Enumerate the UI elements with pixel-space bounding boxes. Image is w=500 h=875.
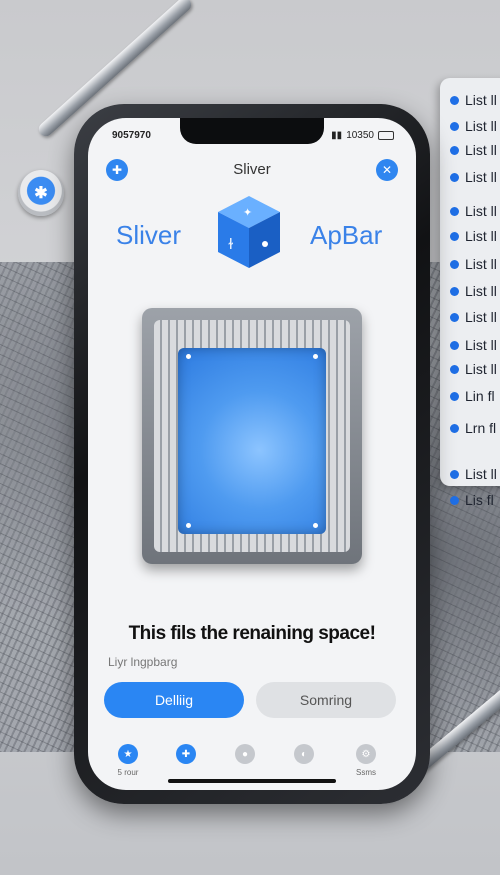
side-list-item-label: List ll — [465, 256, 497, 272]
notch — [180, 118, 324, 144]
bullet-icon — [450, 231, 459, 241]
side-list-card: List ll List ll List ll List ll List ll List … — [440, 78, 500, 508]
plus-icon: ✚ — [176, 744, 196, 764]
close-icon: ✕ — [381, 163, 393, 177]
sub-label: Liyr lngpbarg — [108, 655, 178, 669]
side-list-item-label: List ll — [465, 169, 497, 185]
tab-0[interactable]: ★ 5 rour — [108, 744, 148, 778]
side-list-item[interactable]: List ll — [450, 142, 497, 158]
nav-right-button[interactable]: ✕ — [376, 159, 398, 181]
cube-logo-icon: ✦ ɫ — [218, 196, 280, 268]
person-icon: ● — [235, 744, 255, 764]
bullet-icon — [450, 312, 459, 322]
svg-text:ɫ: ɫ — [228, 237, 234, 253]
fill-remaining-text: This fils the renaining space! — [128, 623, 376, 644]
bullet-icon — [450, 286, 459, 296]
side-list-item[interactable]: List ll — [450, 228, 497, 244]
bullet-icon — [450, 145, 459, 155]
rivet — [313, 523, 318, 528]
side-list-item-label: Lis fl — [465, 492, 494, 508]
appbar-title-left: Sliver — [116, 220, 182, 250]
side-list-item-label: Lin fl — [465, 388, 495, 404]
tab-label — [284, 768, 324, 778]
side-list-item[interactable]: List ll — [450, 283, 497, 299]
status-right: ▮▮ 10350 — [331, 130, 394, 141]
star-icon: ★ — [118, 744, 138, 764]
side-list-item[interactable]: Lin fl — [450, 388, 495, 404]
appbar-title-right: ApBar — [310, 220, 383, 250]
phone-frame: 9057970 ▮▮ 10350 ✚ Sliver ✕ Sliver ✦ ɫ A… — [74, 104, 430, 804]
side-list-item-label: List ll — [465, 466, 497, 482]
bullet-icon — [450, 469, 459, 479]
side-list-item-label: List ll — [465, 309, 497, 325]
side-list-item-label: List ll — [465, 142, 497, 158]
tab-label — [225, 768, 265, 778]
home-indicator[interactable] — [168, 779, 336, 783]
rivet — [313, 354, 318, 359]
side-list-item[interactable]: Lrn fl — [450, 420, 496, 436]
bullet-icon — [450, 172, 459, 182]
tab-label: 5 rour — [117, 768, 139, 777]
side-list-item[interactable]: List ll — [450, 466, 497, 482]
side-list-item[interactable]: List ll — [450, 337, 497, 353]
bullet-icon — [450, 495, 459, 505]
side-list-item-label: List ll — [465, 203, 497, 219]
bullet-icon — [450, 206, 459, 216]
battery-icon — [378, 131, 394, 140]
side-list-item[interactable]: List ll — [450, 309, 497, 325]
sticker-badge-icon: ✱ — [18, 170, 64, 216]
bullet-icon — [450, 121, 459, 131]
tab-label: Ssms — [356, 768, 376, 777]
side-list-item[interactable]: List ll — [450, 118, 497, 134]
rivet — [186, 523, 191, 528]
phone-screen: 9057970 ▮▮ 10350 ✚ Sliver ✕ Sliver ✦ ɫ A… — [88, 118, 416, 790]
bullet-icon — [450, 391, 459, 401]
side-list-item-label: List ll — [465, 361, 497, 377]
expanded-area-frame — [142, 308, 362, 564]
bullet-icon — [450, 364, 459, 374]
signal-icon: ▮▮ — [331, 130, 343, 141]
side-list-item[interactable]: List ll — [450, 203, 497, 219]
status-right-text: 10350 — [346, 130, 374, 141]
side-list-item[interactable]: Lis fl — [450, 492, 494, 508]
side-list-item[interactable]: List ll — [450, 169, 497, 185]
side-list-item-label: Lrn fl — [465, 420, 497, 436]
side-list-item-label: List ll — [465, 283, 497, 299]
fill-remaining-panel — [178, 348, 326, 534]
nav-title: Sliver — [233, 161, 271, 178]
tab-2[interactable]: ● — [225, 744, 265, 778]
side-list-item[interactable]: List ll — [450, 256, 497, 272]
bullet-icon — [450, 95, 459, 105]
secondary-button[interactable]: Somring — [256, 682, 396, 718]
rivet — [186, 354, 191, 359]
tab-1[interactable]: ✚ — [166, 744, 206, 778]
bullet-icon — [450, 423, 459, 433]
primary-button[interactable]: Delliig — [104, 682, 244, 718]
side-list-item[interactable]: List ll — [450, 92, 497, 108]
side-list-item-label: List ll — [465, 228, 497, 244]
frame-inner-wall — [154, 320, 350, 552]
svg-text:✦: ✦ — [243, 206, 252, 219]
bullet-icon — [450, 259, 459, 269]
side-list-item-label: List ll — [465, 92, 497, 108]
side-list-item-label: List ll — [465, 118, 497, 134]
circle-icon: ◐ — [294, 744, 314, 764]
gear-icon: ⚙ — [356, 744, 376, 764]
tab-4[interactable]: ⚙ Ssms — [346, 744, 386, 778]
side-list-item[interactable]: List ll — [450, 361, 497, 377]
bullet-icon — [450, 340, 459, 350]
tab-3[interactable]: ◐ — [284, 744, 324, 778]
status-time: 9057970 — [112, 130, 151, 141]
side-list-item-label: List ll — [465, 337, 497, 353]
tab-label — [166, 768, 206, 778]
